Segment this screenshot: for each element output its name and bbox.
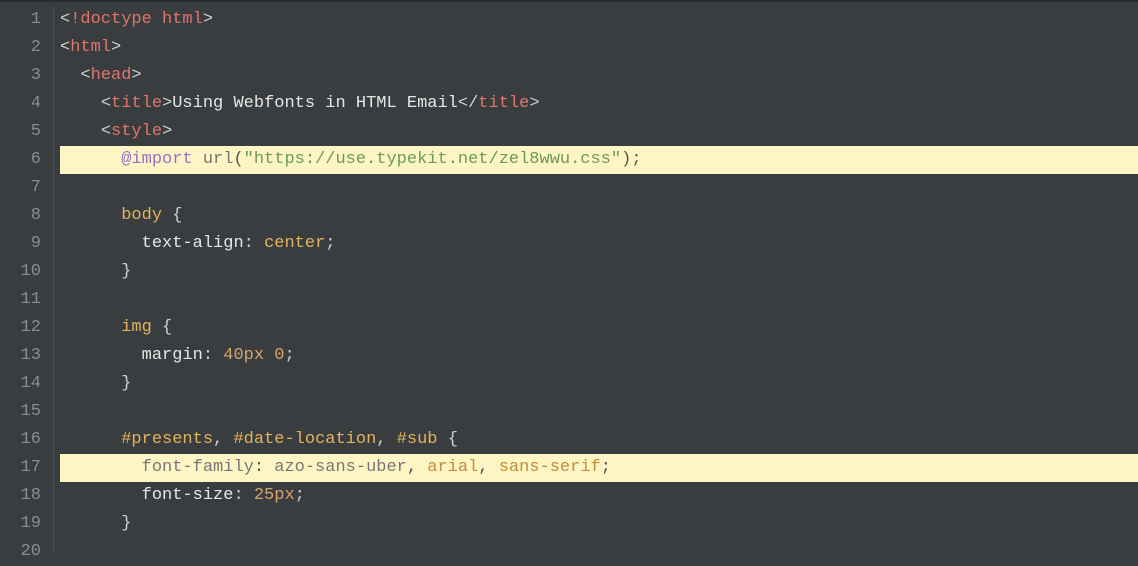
code-line[interactable]: <title>Using Webfonts in HTML Email</tit… (60, 90, 1138, 118)
code-line[interactable]: img { (60, 314, 1138, 342)
code-line[interactable]: margin: 40px 0; (60, 342, 1138, 370)
code-line[interactable]: font-size: 25px; (60, 482, 1138, 510)
line-number: 4 (0, 90, 41, 118)
line-number: 17 (0, 454, 41, 482)
code-line[interactable]: #presents, #date-location, #sub { (60, 426, 1138, 454)
line-number: 7 (0, 174, 41, 202)
line-number: 6 (0, 146, 41, 174)
code-line-highlighted[interactable]: font-family: azo-sans-uber, arial, sans-… (60, 454, 1138, 482)
code-line[interactable] (60, 538, 1138, 566)
line-number: 19 (0, 510, 41, 538)
line-number: 11 (0, 286, 41, 314)
code-line[interactable] (60, 398, 1138, 426)
code-line[interactable]: <!doctype html> (60, 6, 1138, 34)
code-content[interactable]: <!doctype html> <html> <head> <title>Usi… (54, 6, 1138, 552)
line-number: 10 (0, 258, 41, 286)
code-line-highlighted[interactable]: @import url("https://use.typekit.net/zel… (60, 146, 1138, 174)
line-number: 8 (0, 202, 41, 230)
line-number: 9 (0, 230, 41, 258)
line-number: 12 (0, 314, 41, 342)
line-number: 20 (0, 538, 41, 566)
code-line[interactable]: } (60, 370, 1138, 398)
line-number: 14 (0, 370, 41, 398)
code-line[interactable]: text-align: center; (60, 230, 1138, 258)
code-line[interactable] (60, 174, 1138, 202)
line-number: 2 (0, 34, 41, 62)
code-line[interactable]: } (60, 510, 1138, 538)
code-line[interactable]: } (60, 258, 1138, 286)
line-number: 18 (0, 482, 41, 510)
line-number-gutter: 1 2 3 4 5 6 7 8 9 10 11 12 13 14 15 16 1… (0, 6, 54, 552)
code-line[interactable]: body { (60, 202, 1138, 230)
code-line[interactable]: <style> (60, 118, 1138, 146)
line-number: 16 (0, 426, 41, 454)
code-line[interactable] (60, 286, 1138, 314)
line-number: 13 (0, 342, 41, 370)
code-line[interactable]: <head> (60, 62, 1138, 90)
line-number: 5 (0, 118, 41, 146)
line-number: 1 (0, 6, 41, 34)
code-editor[interactable]: 1 2 3 4 5 6 7 8 9 10 11 12 13 14 15 16 1… (0, 0, 1138, 552)
line-number: 15 (0, 398, 41, 426)
line-number: 3 (0, 62, 41, 90)
code-line[interactable]: <html> (60, 34, 1138, 62)
